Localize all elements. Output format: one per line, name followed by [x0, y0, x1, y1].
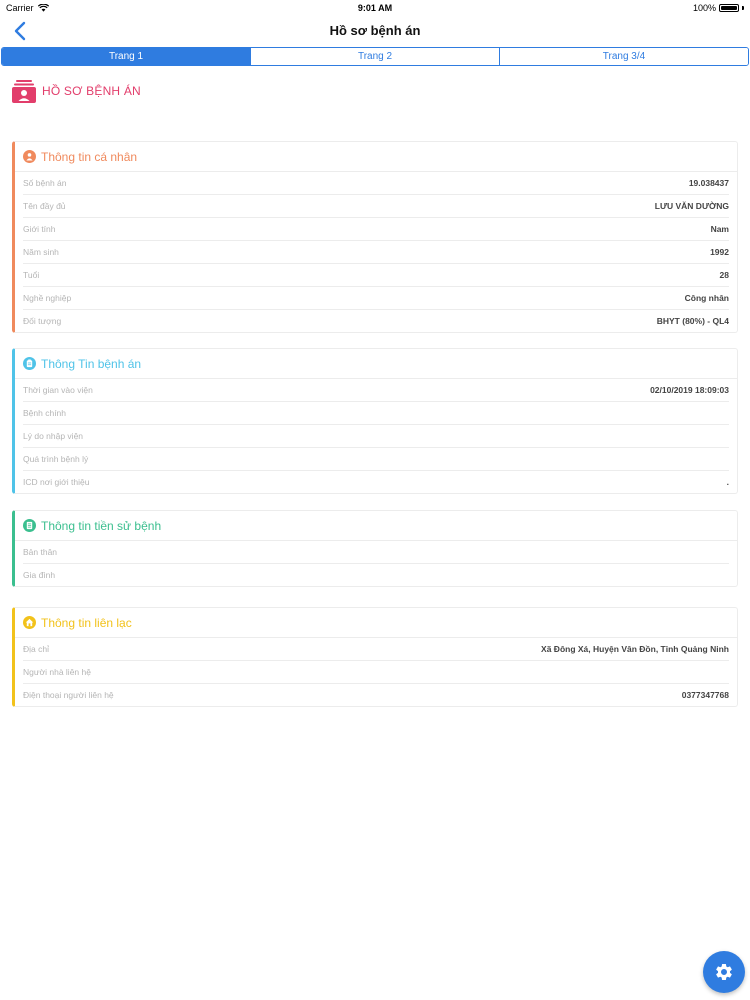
- row-label: Điện thoại người liên hệ: [23, 690, 114, 700]
- contact-info-title: Thông tin liên lạc: [41, 615, 132, 630]
- row-label: Gia đình: [23, 570, 56, 580]
- record-header: HỒ SƠ BỆNH ÁN: [12, 79, 141, 103]
- info-row-age: Tuổi 28: [23, 264, 729, 287]
- history-info-header: Thông tin tiền sử bệnh: [15, 511, 737, 541]
- row-label: Địa chỉ: [23, 644, 49, 654]
- medical-record-icon: [12, 80, 36, 103]
- medical-info-card: Thông Tin bệnh án Thời gian vào viện 02/1…: [12, 348, 738, 494]
- row-value: Xã Đông Xá, Huyện Vân Đồn, Tỉnh Quảng Ni…: [541, 644, 729, 654]
- row-label: Thời gian vào viện: [23, 385, 93, 395]
- contact-info-card: Thông tin liên lạc Địa chỉ Xã Đông Xá, Hu…: [12, 607, 738, 707]
- page-tabs: Trang 1 Trang 2 Trang 3/4: [1, 47, 749, 66]
- row-label: Bệnh chính: [23, 408, 67, 418]
- row-value: BHYT (80%) - QL4: [656, 316, 729, 326]
- clipboard-icon: [23, 357, 36, 370]
- info-row-contact-person: Người nhà liên hệ: [23, 661, 729, 684]
- settings-button[interactable]: [703, 951, 745, 993]
- person-icon: [23, 150, 36, 163]
- info-row-occupation: Nghề nghiệp Công nhân: [23, 287, 729, 310]
- info-row-family-history: Gia đình: [23, 564, 729, 586]
- list-icon: [23, 519, 36, 532]
- row-label: ICD nơi giới thiệu: [23, 477, 90, 487]
- row-label: Số bệnh án: [23, 178, 67, 188]
- row-value: Công nhân: [684, 293, 729, 303]
- battery-icon: [719, 4, 739, 12]
- history-info-title: Thông tin tiền sử bệnh: [41, 518, 162, 533]
- navigation-bar: Hồ sơ bệnh án: [0, 16, 750, 46]
- row-value: 02/10/2019 18:09:03: [650, 385, 729, 395]
- row-label: Lý do nhập viện: [23, 431, 84, 441]
- clock: 9:01 AM: [357, 3, 393, 13]
- row-label: Bản thân: [23, 547, 58, 557]
- row-value: Nam: [710, 224, 729, 234]
- battery-percent: 100%: [692, 3, 716, 13]
- personal-info-header: Thông tin cá nhân: [15, 142, 737, 172]
- info-row-personal-history: Bản thân: [23, 541, 729, 564]
- info-row-admission-time: Thời gian vào viện 02/10/2019 18:09:03: [23, 379, 729, 402]
- battery-indicator: 100%: [693, 3, 744, 13]
- row-label: Giới tính: [23, 224, 56, 234]
- medical-info-title: Thông Tin bệnh án: [41, 356, 142, 371]
- row-label: Nghề nghiệp: [23, 293, 72, 303]
- info-row-patient-category: Đối tượng BHYT (80%) - QL4: [23, 310, 729, 332]
- info-row-full-name: Tên đầy đủ LƯU VĂN DƯỜNG: [23, 195, 729, 218]
- row-label: Năm sinh: [23, 247, 59, 257]
- info-row-address: Địa chỉ Xã Đông Xá, Huyện Vân Đồn, Tỉnh Q…: [23, 638, 729, 661]
- contact-info-header: Thông tin liên lạc: [15, 608, 737, 638]
- row-value: 28: [719, 270, 729, 280]
- row-label: Tên đầy đủ: [23, 201, 66, 211]
- status-bar: Carrier 9:01 AM 100%: [0, 0, 750, 16]
- home-icon: [23, 616, 36, 629]
- row-value: .: [726, 477, 729, 487]
- tab-page-1[interactable]: Trang 1: [2, 48, 250, 65]
- info-row-referral-icd: ICD nơi giới thiệu.: [23, 471, 729, 493]
- tab-page-3[interactable]: Trang 3/4: [499, 48, 748, 65]
- medical-info-header: Thông Tin bệnh án: [15, 349, 737, 379]
- row-value: 0377347768: [681, 690, 729, 700]
- personal-info-title: Thông tin cá nhân: [41, 149, 138, 164]
- info-row-birth-year: Năm sinh 1992: [23, 241, 729, 264]
- row-value: 1992: [710, 247, 729, 257]
- gear-icon: [716, 964, 732, 980]
- record-title: HỒ SƠ BỆNH ÁN: [42, 84, 141, 98]
- row-value: LƯU VĂN DƯỜNG: [654, 201, 729, 211]
- row-label: Tuổi: [23, 270, 40, 280]
- history-info-card: Thông tin tiền sử bệnh Bản thân Gia đình: [12, 510, 738, 587]
- info-row-contact-phone: Điện thoại người liên hệ 0377347768: [23, 684, 729, 706]
- info-row-main-disease: Bệnh chính: [23, 402, 729, 425]
- row-label: Quá trình bệnh lý: [23, 454, 89, 464]
- info-row-record-number: Số bệnh án 19.038437: [23, 172, 729, 195]
- page-title: Hồ sơ bệnh án: [329, 23, 421, 38]
- personal-info-card: Thông tin cá nhân Số bệnh án 19.038437 Tê…: [12, 141, 738, 333]
- info-row-disease-progress: Quá trình bệnh lý: [23, 448, 729, 471]
- row-value: 19.038437: [688, 178, 729, 188]
- tab-page-2[interactable]: Trang 2: [250, 48, 499, 65]
- info-row-gender: Giới tính Nam: [23, 218, 729, 241]
- info-row-admission-reason: Lý do nhập viện: [23, 425, 729, 448]
- row-label: Đối tượng: [23, 316, 62, 326]
- row-label: Người nhà liên hệ: [23, 667, 91, 677]
